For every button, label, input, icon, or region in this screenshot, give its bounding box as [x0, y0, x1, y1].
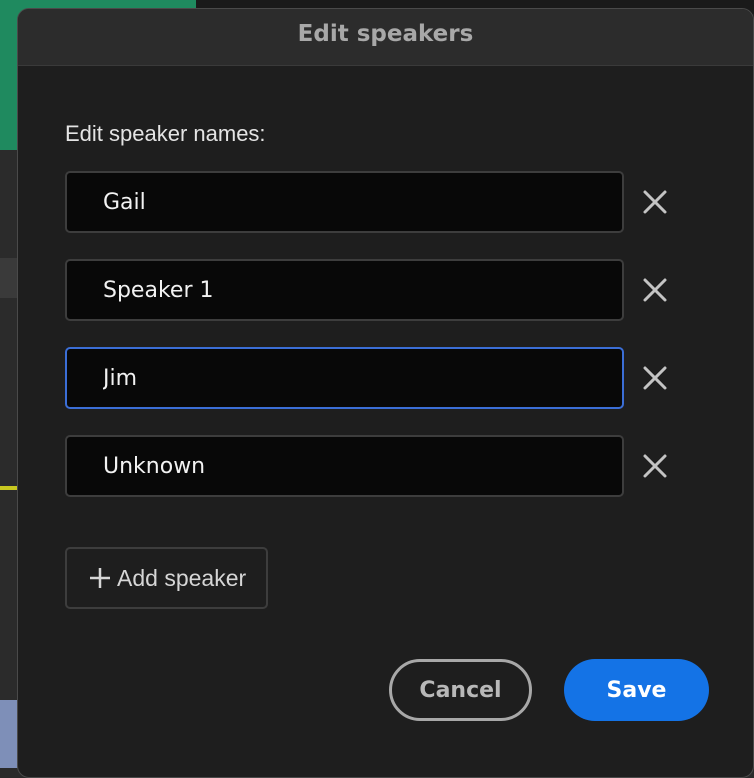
save-button[interactable]: Save — [564, 659, 709, 721]
speaker-name-input[interactable] — [65, 435, 624, 497]
speaker-row — [65, 171, 705, 233]
dialog-title: Edit speakers — [297, 21, 474, 47]
plus-icon — [89, 567, 111, 589]
remove-speaker-button[interactable] — [637, 448, 673, 484]
cancel-button[interactable]: Cancel — [389, 659, 532, 721]
speaker-row — [65, 347, 705, 409]
add-speaker-label: Add speaker — [117, 564, 247, 591]
section-label: Edit speaker names: — [65, 121, 266, 146]
speaker-name-input[interactable] — [65, 347, 624, 409]
background-left-timeline-marker — [0, 486, 18, 490]
speaker-name-input[interactable] — [65, 259, 624, 321]
speaker-name-input[interactable] — [65, 171, 624, 233]
background-left-clip — [0, 700, 18, 768]
add-speaker-button[interactable]: Add speaker — [65, 547, 268, 609]
dialog-header: Edit speakers — [18, 9, 753, 66]
close-icon — [642, 453, 668, 479]
speaker-row — [65, 435, 705, 497]
remove-speaker-button[interactable] — [637, 184, 673, 220]
close-icon — [642, 365, 668, 391]
remove-speaker-button[interactable] — [637, 360, 673, 396]
close-icon — [642, 189, 668, 215]
remove-speaker-button[interactable] — [637, 272, 673, 308]
speaker-row — [65, 259, 705, 321]
background-left-marker — [0, 258, 18, 298]
close-icon — [642, 277, 668, 303]
edit-speakers-dialog: Edit speakers Edit speaker names: Add sp… — [17, 8, 754, 778]
background-left-column — [0, 150, 18, 768]
